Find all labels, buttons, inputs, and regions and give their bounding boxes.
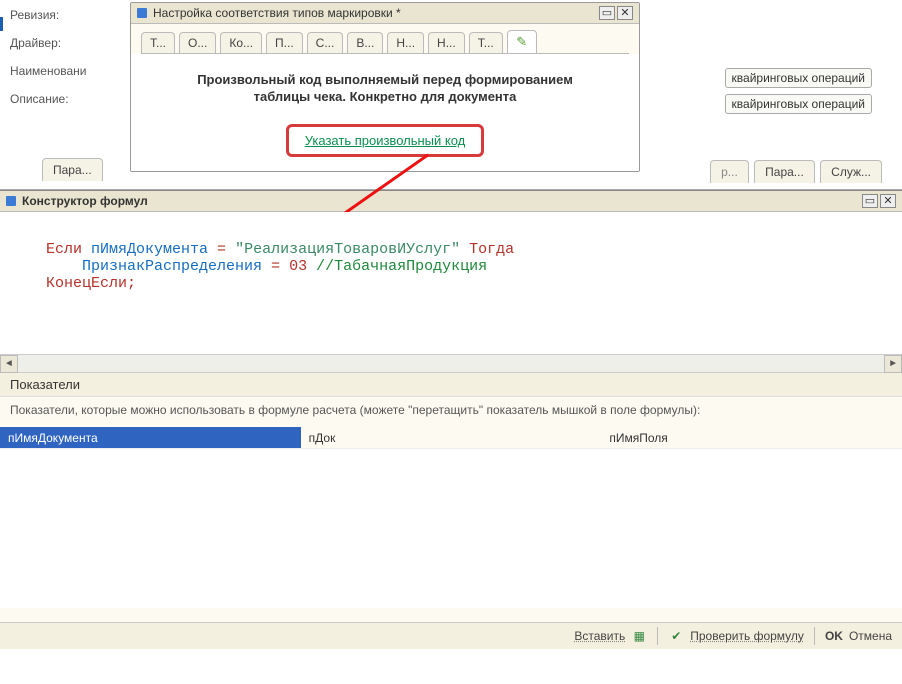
separator xyxy=(657,627,658,645)
check-formula-link[interactable]: Проверить формулу xyxy=(690,629,804,643)
tab-5[interactable]: В... xyxy=(347,32,383,53)
tab-4[interactable]: С... xyxy=(307,32,344,53)
indicator-col-2[interactable]: пИмяПоля xyxy=(601,427,902,448)
minimize-button[interactable]: ▭ xyxy=(599,6,615,20)
dialog-title: Настройка соответствия типов маркировки … xyxy=(153,6,597,20)
dialog-body: Произвольный код выполняемый перед форми… xyxy=(131,54,639,171)
pencil-icon: ✎ xyxy=(516,34,527,49)
check-icon[interactable]: ✔ xyxy=(668,628,684,644)
formula-editor-panel: Конструктор формул ▭ ✕ Если пИмяДокумент… xyxy=(0,190,902,649)
selected-number[interactable]: 4238 xyxy=(0,17,3,31)
dialog-icon xyxy=(137,8,147,18)
indicators-heading: Показатели xyxy=(0,373,902,397)
indicators-subtext: Показатели, которые можно использовать в… xyxy=(0,397,902,427)
dialog-message-line2: таблицы чека. Конкретно для документа xyxy=(151,89,619,106)
right-bottom-tabs: р... Пара... Служ... xyxy=(708,160,882,183)
tab-sluzh[interactable]: Служ... xyxy=(820,160,882,183)
tab-para[interactable]: Пара... xyxy=(754,160,815,183)
tab-3[interactable]: П... xyxy=(266,32,303,53)
tab-6[interactable]: Н... xyxy=(387,32,424,53)
editor-footer: Вставить ▦ ✔ Проверить формулу OK Отмена xyxy=(0,622,902,649)
specify-code-link[interactable]: Указать произвольный код xyxy=(305,133,466,148)
indicators-header-row: пИмяДокумента пДок пИмяПоля xyxy=(0,427,902,448)
dialog-titlebar[interactable]: Настройка соответствия типов маркировки … xyxy=(131,3,639,24)
separator-2 xyxy=(814,627,815,645)
dialog-tabs: Т... О... Ко... П... С... В... Н... Н...… xyxy=(131,24,639,53)
tab-frag-r[interactable]: р... xyxy=(710,160,749,183)
insert-link[interactable]: Вставить xyxy=(574,629,625,643)
label-revision: Ревизия: xyxy=(10,4,130,22)
cancel-button[interactable]: Отмена xyxy=(849,629,892,643)
insert-icon[interactable]: ▦ xyxy=(631,628,647,644)
scroll-right-button[interactable]: ► xyxy=(884,355,902,373)
cta-highlight-box: Указать произвольный код xyxy=(286,124,485,157)
tab-2[interactable]: Ко... xyxy=(220,32,262,53)
tab-custom-code[interactable]: ✎ xyxy=(507,30,537,53)
scroll-track[interactable] xyxy=(18,355,884,372)
right-side-chips: квайринговых операций квайринговых опера… xyxy=(725,68,872,120)
scroll-left-button[interactable]: ◄ xyxy=(0,355,18,373)
chip-acquiring-2[interactable]: квайринговых операций xyxy=(725,94,872,114)
editor-minimize-button[interactable]: ▭ xyxy=(862,194,878,208)
chip-acquiring-1[interactable]: квайринговых операций xyxy=(725,68,872,88)
editor-close-button[interactable]: ✕ xyxy=(880,194,896,208)
close-button[interactable]: ✕ xyxy=(617,6,633,20)
label-description: Описание: xyxy=(10,88,130,106)
tab-0[interactable]: Т... xyxy=(141,32,175,53)
indicators-section: Показатели Показатели, которые можно исп… xyxy=(0,372,902,622)
code-content: Если пИмяДокумента = "РеализацияТоваровИ… xyxy=(46,224,514,309)
left-tab-para[interactable]: Пара... xyxy=(42,158,103,181)
editor-title: Конструктор формул xyxy=(22,194,860,208)
editor-titlebar[interactable]: Конструктор формул ▭ ✕ xyxy=(0,191,902,212)
editor-icon xyxy=(6,196,16,206)
label-driver: Драйвер: xyxy=(10,32,130,50)
tab-1[interactable]: О... xyxy=(179,32,216,53)
marking-settings-dialog: Настройка соответствия типов маркировки … xyxy=(130,2,640,172)
tab-7[interactable]: Н... xyxy=(428,32,465,53)
ok-button[interactable]: OK xyxy=(825,629,843,643)
indicators-grid-body[interactable] xyxy=(0,448,902,608)
horizontal-scrollbar[interactable]: ◄ ► xyxy=(0,354,902,372)
indicator-col-0[interactable]: пИмяДокумента xyxy=(0,427,301,448)
dialog-message-line1: Произвольный код выполняемый перед форми… xyxy=(151,72,619,89)
code-editor[interactable]: Если пИмяДокумента = "РеализацияТоваровИ… xyxy=(0,212,902,372)
indicator-col-1[interactable]: пДок xyxy=(301,427,602,448)
form-left-column: аме 4238 Ревизия: Драйвер: Наименовани О… xyxy=(0,0,130,106)
label-name: Наименовани xyxy=(10,60,130,78)
tab-8[interactable]: Т... xyxy=(469,32,503,53)
